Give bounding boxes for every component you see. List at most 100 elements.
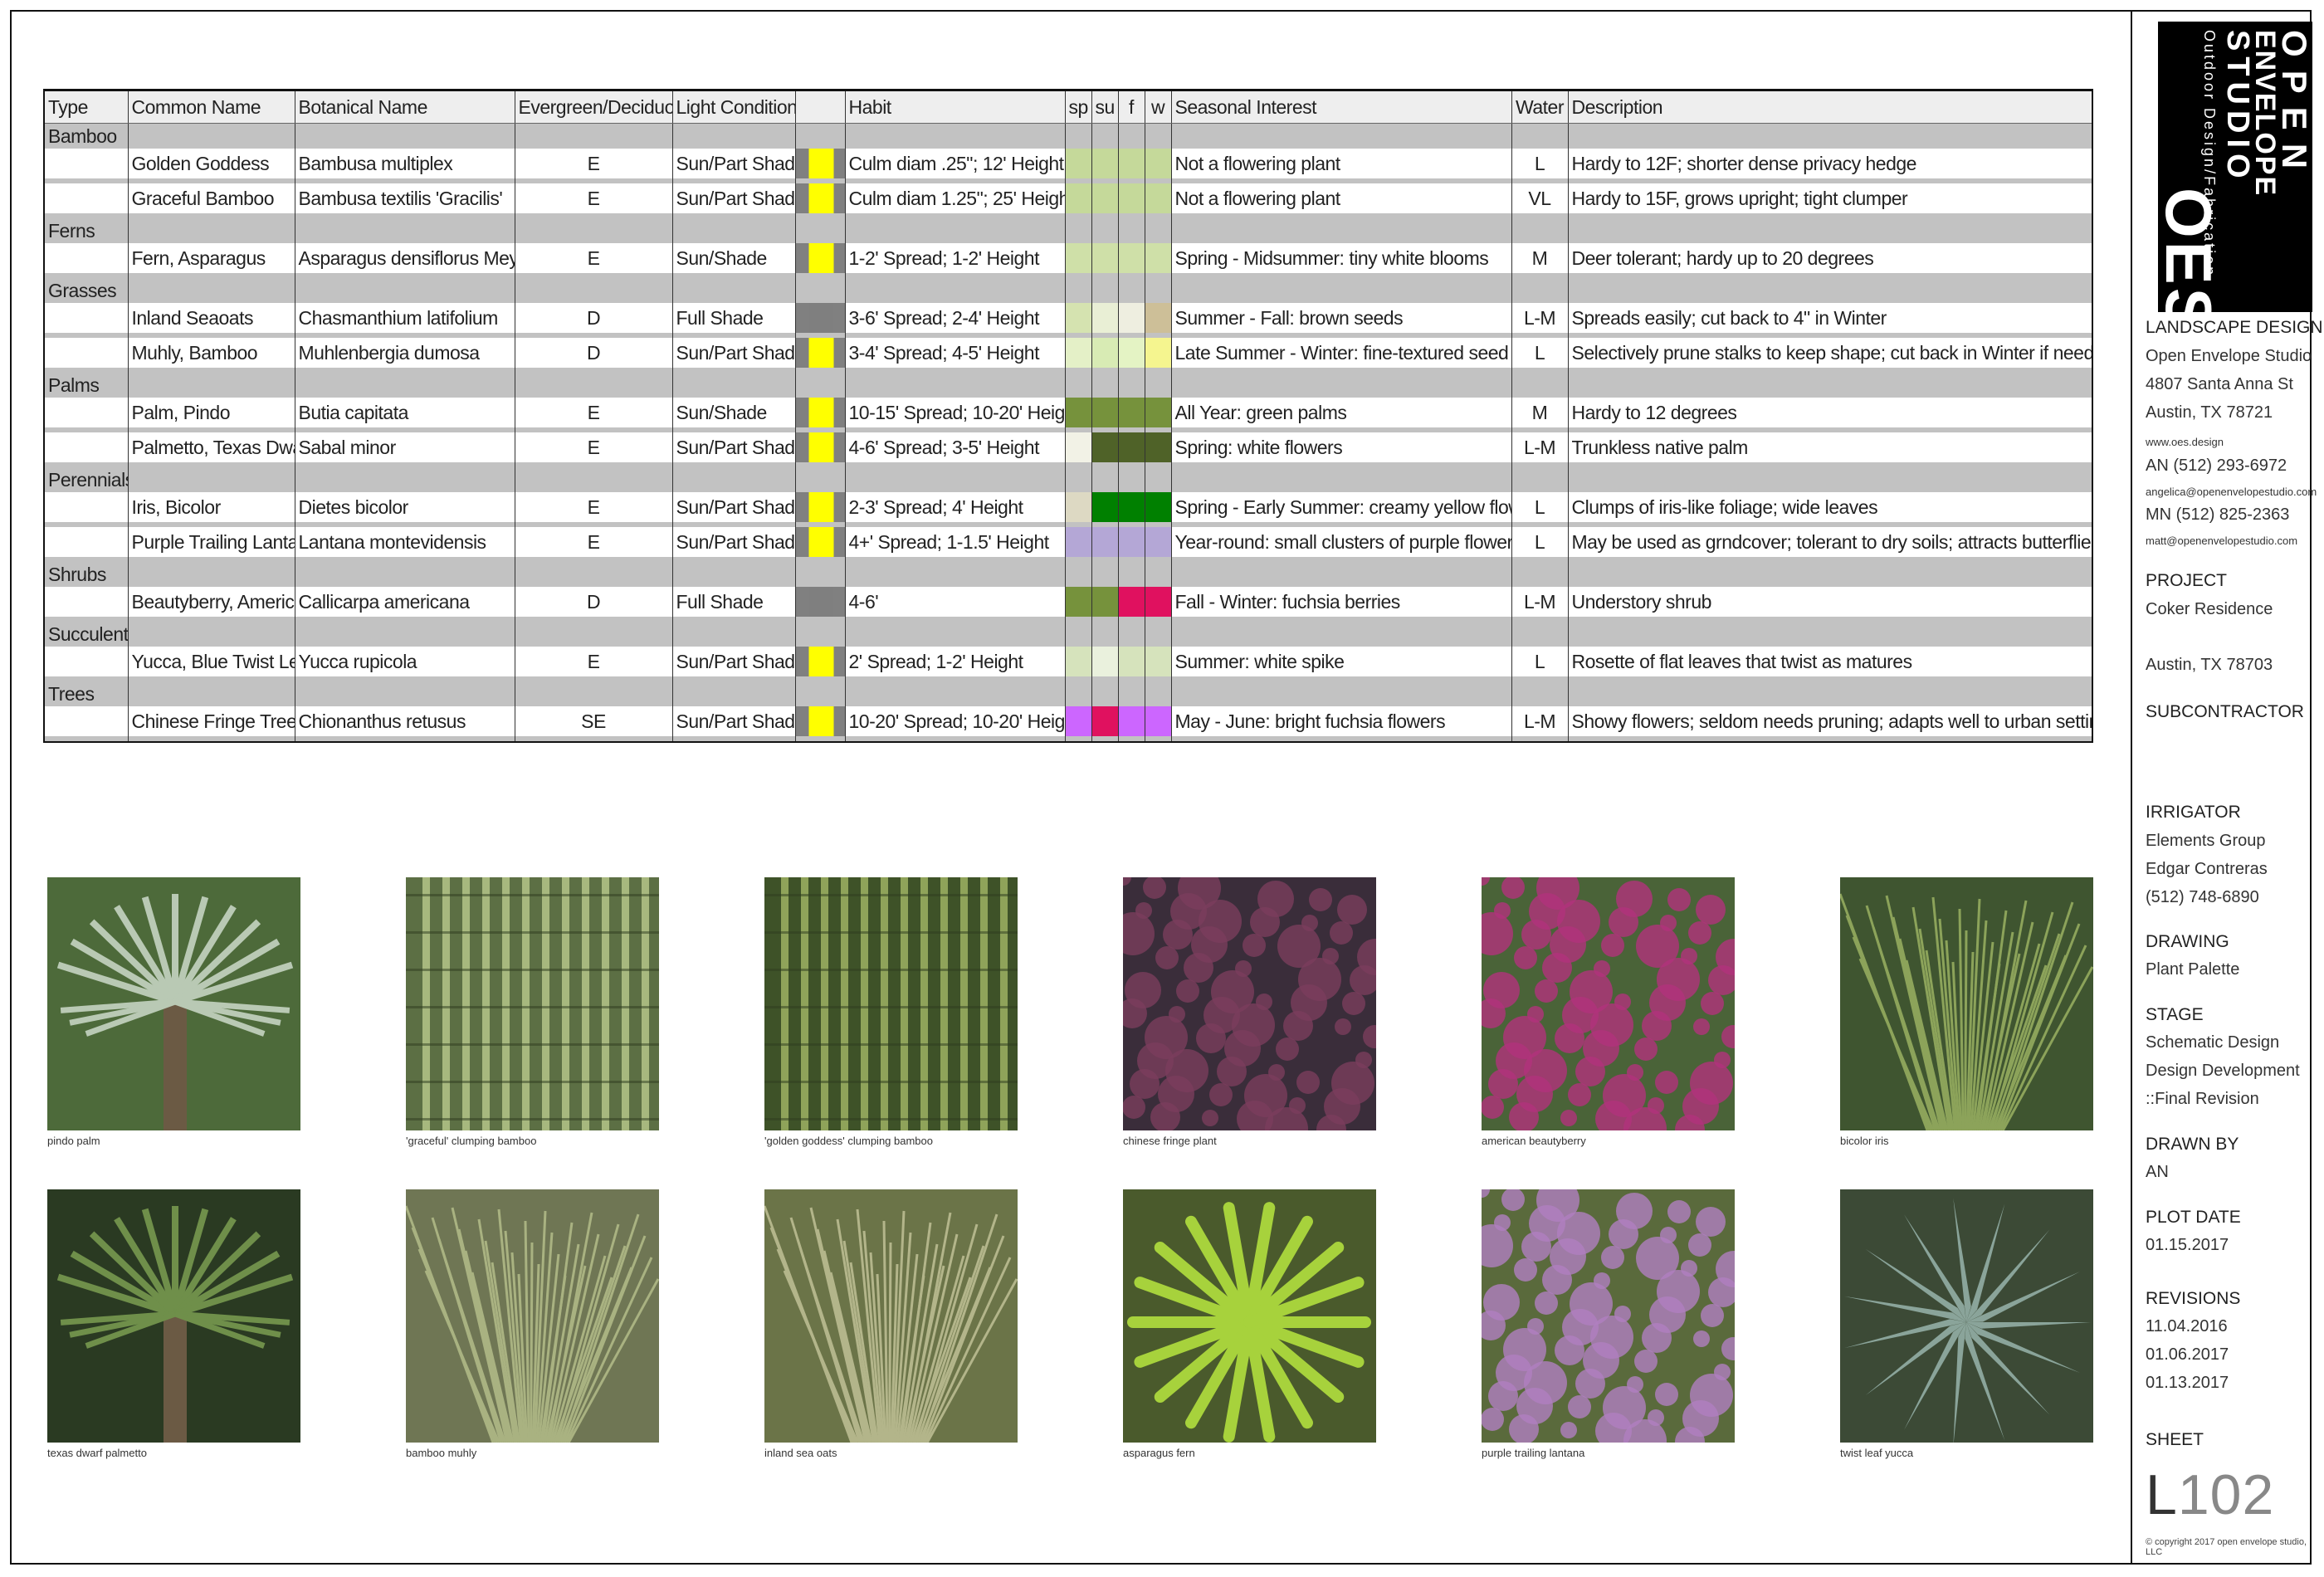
photo-caption: purple trailing lantana <box>1482 1447 1585 1459</box>
season-swatch-su <box>1091 398 1118 427</box>
season-swatch-f <box>1117 338 1145 368</box>
logo-text-studio: STUDIO <box>2220 30 2255 184</box>
evergreen-deciduous: D <box>514 338 672 368</box>
light-color-swatch <box>794 527 845 557</box>
spacer-cell <box>43 736 128 743</box>
seasonal-interest: All Year: green palms <box>1170 398 1511 427</box>
category-row-cell <box>1511 562 1568 587</box>
category-row-cell <box>1064 278 1091 303</box>
botanical-name: Dietes bicolor <box>294 492 515 522</box>
category-row-cell <box>294 681 515 706</box>
category-row-cell <box>844 123 1065 149</box>
plant-row: Graceful Bamboo Bambusa textilis 'Gracili… <box>43 183 2093 213</box>
light-color-swatch <box>794 303 845 333</box>
light-conditions: Sun/Part Shade <box>671 647 795 676</box>
common-name: Beautyberry, American <box>127 587 295 617</box>
category-row-cell <box>1064 373 1091 398</box>
column-header: Description <box>1567 89 2093 124</box>
plant-row: Chinese Fringe Tree Chionanthus retusus SE… <box>43 706 2093 736</box>
evergreen-deciduous: E <box>514 149 672 178</box>
revision-2: 01.06.2017 <box>2146 1345 2229 1364</box>
column-header: Botanical Name <box>294 89 515 124</box>
photo-caption: texas dwarf palmetto <box>47 1447 147 1459</box>
type-cell <box>43 587 128 617</box>
botanical-name: Muhlenbergia dumosa <box>294 338 515 368</box>
spacer-cell <box>1511 736 1568 743</box>
project-address-obscured: ▁▁▁▁ ▁▁▁▁▁ ▁▁▁▁▁ ▁▁▁▁▁ <box>2146 628 2324 637</box>
grass-photo <box>406 1189 659 1443</box>
light-conditions: Sun/Part Shade <box>671 432 795 462</box>
description: Hardy to 15F, grows upright; tight clump… <box>1567 183 2093 213</box>
light-color-swatch <box>794 149 845 178</box>
category-row-cell <box>1170 218 1511 243</box>
stage-design-development: Design Development <box>2146 1062 2300 1080</box>
season-swatch-w <box>1144 527 1171 557</box>
light-color-swatch <box>794 492 845 522</box>
category-row-cell <box>294 218 515 243</box>
category-row-cell <box>1091 562 1118 587</box>
designer-email-an: angelica@openenvelopestudio.com <box>2146 486 2317 498</box>
season-swatch-f <box>1117 706 1145 736</box>
category-row-cell <box>794 123 845 149</box>
evergreen-deciduous: SE <box>514 706 672 736</box>
botanical-name: Sabal minor <box>294 432 515 462</box>
shrub-photo <box>1482 877 1735 1130</box>
category-row-cell <box>294 278 515 303</box>
seasonal-interest: Spring: white flowers <box>1170 432 1511 462</box>
category-label: Palms <box>43 373 128 398</box>
studio-logo: OPEN ENVELOPE STUDIO Outdoor Design/Fabr… <box>2152 22 2314 334</box>
sheet-label: SHEET <box>2146 1430 2204 1449</box>
season-swatch-su <box>1091 587 1118 617</box>
evergreen-deciduous: E <box>514 527 672 557</box>
category-row-cell <box>1064 681 1091 706</box>
category-row-cell <box>1567 622 2093 647</box>
category-row-cell <box>671 373 795 398</box>
water-need: L <box>1511 149 1568 178</box>
season-swatch-w <box>1144 492 1171 522</box>
botanical-name: Bambusa multiplex <box>294 149 515 178</box>
category-row: Trees <box>43 681 2093 706</box>
category-row-cell <box>1144 218 1171 243</box>
category-row-cell <box>514 278 672 303</box>
water-need: M <box>1511 243 1568 273</box>
season-swatch-sp <box>1064 587 1091 617</box>
category-row-cell <box>671 562 795 587</box>
season-swatch-sp <box>1064 492 1091 522</box>
category-row-cell <box>794 681 845 706</box>
spacer-cell <box>1170 736 1511 743</box>
revision-3: 01.13.2017 <box>2146 1374 2229 1392</box>
light-color-swatch <box>794 338 845 368</box>
season-swatch-su <box>1091 492 1118 522</box>
season-swatch-f <box>1117 527 1145 557</box>
season-swatch-w <box>1144 587 1171 617</box>
category-label: Ferns <box>43 218 128 243</box>
designer-name: Open Envelope Studio <box>2146 347 2312 365</box>
project-label: PROJECT <box>2146 571 2228 590</box>
irrigator-label: IRRIGATOR <box>2146 803 2241 822</box>
description: Clumps of iris-like foliage; wide leaves <box>1567 492 2093 522</box>
category-row-cell <box>844 681 1065 706</box>
table-header-row: Type Common Name Botanical Name Evergreen/D… <box>43 89 2093 124</box>
photo-caption: twist leaf yucca <box>1840 1447 1914 1459</box>
season-swatch-w <box>1144 432 1171 462</box>
season-swatch-f <box>1117 432 1145 462</box>
season-swatch-su <box>1091 647 1118 676</box>
light-conditions: Sun/Part Shade <box>671 149 795 178</box>
category-row-cell <box>514 373 672 398</box>
category-row-cell <box>1117 278 1145 303</box>
category-row-cell <box>794 278 845 303</box>
season-swatch-f <box>1117 398 1145 427</box>
habit: 4-6' <box>844 587 1065 617</box>
common-name: Muhly, Bamboo <box>127 338 295 368</box>
category-row-cell <box>1144 278 1171 303</box>
column-header: Evergreen/Deciduous <box>514 89 672 124</box>
category-row-cell <box>1144 681 1171 706</box>
habit: 3-4' Spread; 4-5' Height <box>844 338 1065 368</box>
category-row: Bamboo <box>43 123 2093 149</box>
category-row: Palms <box>43 373 2093 398</box>
palm-photo <box>47 877 300 1130</box>
irrigator-contact: Edgar Contreras <box>2146 860 2268 878</box>
photo-caption: 'golden goddess' clumping bamboo <box>764 1135 933 1147</box>
category-row-cell <box>1567 467 2093 492</box>
category-row-cell <box>1091 681 1118 706</box>
